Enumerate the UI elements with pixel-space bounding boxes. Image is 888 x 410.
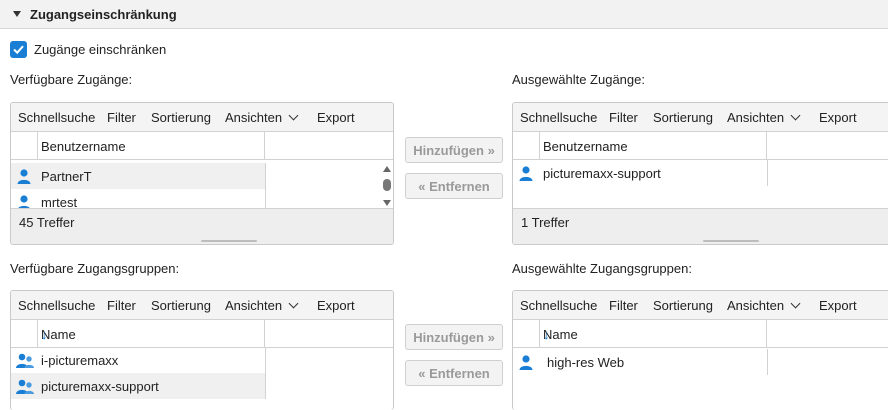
quicksearch-button[interactable]: Schnellsuche [520, 110, 597, 125]
table-header: Name ↓ [11, 320, 393, 348]
sort-button[interactable]: Sortierung [653, 298, 713, 313]
chevron-down-icon [288, 298, 299, 309]
resize-grip[interactable] [703, 240, 759, 242]
section-header[interactable]: Zugangseinschränkung [0, 0, 888, 29]
quicksearch-button[interactable]: Schnellsuche [18, 298, 95, 313]
column-header-username[interactable]: Benutzername [539, 132, 767, 159]
icon-column-header [11, 320, 38, 347]
toolbar: Schnellsuche Filter Sortierung Ansichten… [11, 103, 393, 132]
table-row[interactable]: i-picturemaxx [11, 347, 266, 373]
user-icon [519, 355, 533, 370]
avail-groups-label: Verfügbare Zugangsgruppen: [10, 261, 180, 276]
sort-button[interactable]: Sortierung [151, 298, 211, 313]
table-footer: 45 Treffer [11, 208, 393, 244]
restrict-checkbox[interactable] [10, 41, 27, 58]
sel-users-panel: Schnellsuche Filter Sortierung Ansichten… [512, 102, 888, 245]
chevron-down-icon [790, 110, 801, 121]
toolbar: Schnellsuche Filter Sortierung Ansichten… [513, 103, 888, 132]
avail-users-panel: Schnellsuche Filter Sortierung Ansichten… [10, 102, 394, 245]
export-button[interactable]: Export [317, 110, 355, 125]
resize-grip[interactable] [201, 240, 257, 242]
views-label: Ansichten [727, 110, 785, 125]
table-row[interactable]: PartnerT [11, 163, 266, 189]
views-label: Ansichten [225, 110, 283, 125]
sort-button[interactable]: Sortierung [653, 110, 713, 125]
result-count: 1 Treffer [521, 215, 570, 230]
sel-users-label: Ausgewählte Zugänge: [512, 72, 645, 87]
icon-column-header [11, 132, 38, 159]
user-icon [17, 169, 31, 184]
user-icon [519, 166, 533, 181]
remove-users-button[interactable]: « Entfernen [405, 173, 503, 199]
table-header: Name ↓ [513, 320, 888, 348]
table-row[interactable]: high-res Web [513, 349, 768, 375]
add-users-button[interactable]: Hinzufügen » [405, 137, 503, 163]
row-groupname: high-res Web [547, 355, 625, 370]
filter-button[interactable]: Filter [107, 110, 136, 125]
column-header-name[interactable]: Name ↓ [539, 320, 767, 347]
export-button[interactable]: Export [819, 110, 857, 125]
toolbar: Schnellsuche Filter Sortierung Ansichten… [513, 291, 888, 320]
export-button[interactable]: Export [317, 298, 355, 313]
result-count: 45 Treffer [19, 215, 75, 230]
views-menu[interactable]: Ansichten [225, 110, 299, 125]
add-groups-button[interactable]: Hinzufügen » [405, 324, 503, 350]
views-menu[interactable]: Ansichten [225, 298, 299, 313]
user-group-icon [16, 353, 34, 368]
restrict-checkbox-label[interactable]: Zugänge einschränken [34, 42, 166, 57]
column-header-name[interactable]: Name ↓ [37, 320, 265, 347]
row-groupname: i-picturemaxx [41, 353, 119, 368]
avail-users-label: Verfügbare Zugänge: [10, 72, 133, 87]
row-username: PartnerT [41, 169, 92, 184]
sort-arrow-down-icon[interactable]: ↓ [543, 327, 762, 342]
user-group-icon [16, 379, 34, 394]
views-menu[interactable]: Ansichten [727, 298, 801, 313]
vertical-scrollbar[interactable] [382, 164, 392, 208]
row-username: picturemaxx-support [543, 166, 661, 181]
sel-groups-panel: Schnellsuche Filter Sortierung Ansichten… [512, 290, 888, 410]
remove-groups-button[interactable]: « Entfernen [405, 360, 503, 386]
table-header: Benutzername [11, 132, 393, 160]
icon-column-header [513, 320, 540, 347]
views-label: Ansichten [727, 298, 785, 313]
table-footer: 1 Treffer [513, 208, 888, 244]
export-button[interactable]: Export [819, 298, 857, 313]
views-menu[interactable]: Ansichten [727, 110, 801, 125]
toolbar: Schnellsuche Filter Sortierung Ansichten… [11, 291, 393, 320]
avail-groups-panel: Schnellsuche Filter Sortierung Ansichten… [10, 290, 394, 410]
collapse-triangle-icon[interactable] [13, 11, 21, 17]
column-header-username[interactable]: Benutzername [37, 132, 265, 159]
table-header: Benutzername [513, 132, 888, 160]
table-row[interactable]: picturemaxx-support [513, 160, 768, 186]
checkmark-icon [13, 45, 24, 55]
sort-arrow-down-icon[interactable]: ↓ [41, 327, 260, 342]
column-header-label: Benutzername [543, 139, 628, 154]
views-label: Ansichten [225, 298, 283, 313]
table-row[interactable]: picturemaxx-support [11, 373, 266, 399]
chevron-down-icon [288, 110, 299, 121]
icon-column-header [513, 132, 540, 159]
row-groupname: picturemaxx-support [41, 379, 159, 394]
sel-groups-label: Ausgewählte Zugangsgruppen: [512, 261, 692, 276]
quicksearch-button[interactable]: Schnellsuche [18, 110, 95, 125]
sort-button[interactable]: Sortierung [151, 110, 211, 125]
filter-button[interactable]: Filter [609, 110, 638, 125]
filter-button[interactable]: Filter [609, 298, 638, 313]
column-header-label: Benutzername [41, 139, 126, 154]
chevron-down-icon [790, 298, 801, 309]
quicksearch-button[interactable]: Schnellsuche [520, 298, 597, 313]
filter-button[interactable]: Filter [107, 298, 136, 313]
section-title: Zugangseinschränkung [30, 7, 177, 22]
